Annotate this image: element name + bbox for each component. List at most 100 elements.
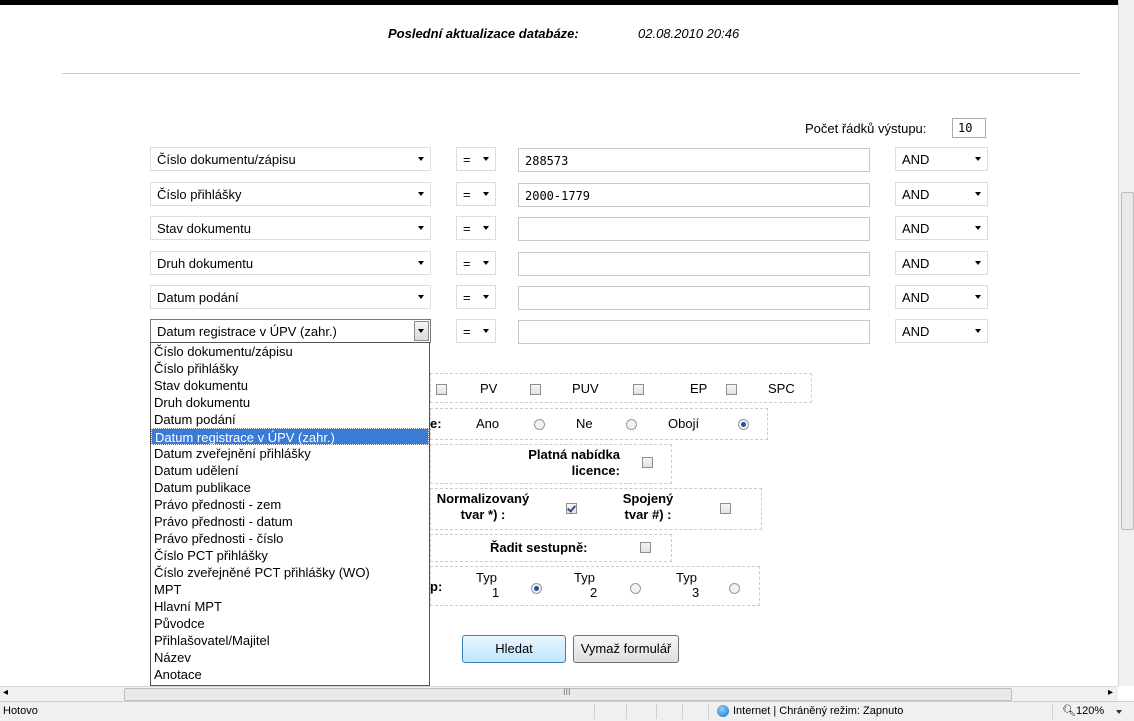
validity-ano-radio[interactable] [534, 419, 545, 430]
field-select-3[interactable]: Stav dokumentu [150, 216, 431, 240]
globe-icon [717, 705, 729, 717]
type3-radio[interactable] [729, 583, 740, 594]
field-select-label: Datum registrace v ÚPV (zahr.) [157, 324, 337, 339]
dropdown-option[interactable]: Datum udělení [151, 462, 429, 479]
clear-form-button[interactable]: Vymaž formulář [573, 635, 679, 663]
operator-select-3[interactable]: = [456, 216, 496, 240]
window-top-border [0, 0, 1134, 5]
logic-select-6[interactable]: AND [895, 319, 988, 343]
operator-label: = [463, 256, 471, 271]
dropdown-option[interactable]: Právo přednosti - zem [151, 496, 429, 513]
chevron-down-icon [975, 226, 981, 230]
dropdown-option[interactable]: Přihlašovatel/Majitel [151, 632, 429, 649]
divider [62, 73, 1080, 74]
dropdown-option[interactable]: Číslo PCT přihlášky [151, 547, 429, 564]
doc-type-ep-checkbox[interactable] [726, 384, 737, 395]
license-checkbox[interactable] [642, 457, 653, 468]
value-input-1[interactable]: 288573 [518, 148, 870, 172]
chevron-down-icon [483, 329, 489, 333]
dropdown-option[interactable]: Původce [151, 615, 429, 632]
value-input-2[interactable]: 2000-1779 [518, 183, 870, 207]
operator-select-5[interactable]: = [456, 285, 496, 309]
value-input-4[interactable] [518, 252, 870, 276]
field-select-label: Číslo dokumentu/zápisu [157, 152, 296, 167]
dropdown-option[interactable]: MPT [151, 581, 429, 598]
chevron-down-icon [483, 261, 489, 265]
chevron-down-icon [483, 295, 489, 299]
operator-select-6[interactable]: = [456, 319, 496, 343]
logic-select-5[interactable]: AND [895, 285, 988, 309]
db-update-value: 02.08.2010 20:46 [638, 26, 740, 41]
chevron-down-icon[interactable] [1116, 710, 1122, 714]
dropdown-button[interactable] [414, 321, 429, 341]
logic-label: AND [902, 152, 930, 167]
sort-desc-checkbox[interactable] [640, 542, 651, 553]
zoom-icon[interactable]: 🔍︎ [1062, 704, 1076, 717]
type2-radio[interactable] [630, 583, 641, 594]
validity-ne-radio[interactable] [626, 419, 637, 430]
zoom-level[interactable]: 120% [1076, 705, 1104, 717]
field-dropdown-list[interactable]: Číslo dokumentu/zápisu Číslo přihlášky S… [150, 342, 430, 686]
field-select-1[interactable]: Číslo dokumentu/zápisu [150, 147, 431, 171]
logic-label: AND [902, 324, 930, 339]
dropdown-option[interactable]: Právo přednosti - číslo [151, 530, 429, 547]
doc-type-puv-checkbox[interactable] [633, 384, 644, 395]
validity-oboji-radio[interactable] [738, 419, 749, 430]
operator-label: = [463, 187, 471, 202]
logic-select-2[interactable]: AND [895, 182, 988, 206]
status-divider [682, 704, 683, 719]
dropdown-option[interactable]: Číslo zveřejněné PCT přihlášky (WO) [151, 564, 429, 581]
doc-type-pv-checkbox[interactable] [530, 384, 541, 395]
vertical-scroll-thumb[interactable] [1121, 192, 1134, 530]
field-select-4[interactable]: Druh dokumentu [150, 251, 431, 275]
status-divider [656, 704, 657, 719]
dropdown-option[interactable]: Číslo přihlášky [151, 360, 429, 377]
dropdown-option[interactable]: Datum publikace [151, 479, 429, 496]
output-rows-input[interactable]: 10 [952, 118, 986, 138]
logic-select-1[interactable]: AND [895, 147, 988, 171]
dropdown-option[interactable]: Název [151, 649, 429, 666]
logic-select-3[interactable]: AND [895, 216, 988, 240]
horizontal-scroll-thumb[interactable]: III [124, 687, 1012, 701]
dropdown-option[interactable]: Anotace [151, 666, 429, 683]
vertical-scrollbar[interactable] [1118, 0, 1134, 686]
type1-label-line2: 1 [492, 585, 500, 600]
normalized-checkbox[interactable] [566, 503, 577, 514]
field-select-6[interactable]: Datum registrace v ÚPV (zahr.) [150, 319, 431, 343]
chevron-down-icon [975, 329, 981, 333]
search-button[interactable]: Hledat [462, 635, 566, 663]
dropdown-option[interactable]: Datum podání [151, 411, 429, 428]
dropdown-option[interactable]: Právo přednosti - datum [151, 513, 429, 530]
dropdown-option[interactable]: Číslo dokumentu/zápisu [151, 343, 429, 360]
output-rows-label: Počet řádků výstupu: [805, 121, 927, 136]
doc-type-blank-checkbox[interactable] [436, 384, 447, 395]
operator-select-2[interactable]: = [456, 182, 496, 206]
field-select-label: Stav dokumentu [157, 221, 251, 236]
field-select-5[interactable]: Datum podání [150, 285, 431, 309]
horizontal-scrollbar[interactable]: ◂ III ▸ [0, 686, 1118, 701]
license-label-line2: licence: [571, 463, 620, 478]
operator-select-1[interactable]: = [456, 147, 496, 171]
dropdown-option[interactable]: Stav dokumentu [151, 377, 429, 394]
value-input-5[interactable] [518, 286, 870, 310]
dropdown-option[interactable]: Druh dokumentu [151, 394, 429, 411]
logic-select-4[interactable]: AND [895, 251, 988, 275]
dropdown-option[interactable]: Hlavní MPT [151, 598, 429, 615]
field-select-2[interactable]: Číslo přihlášky [150, 182, 431, 206]
joined-checkbox[interactable] [720, 503, 731, 514]
logic-label: AND [902, 221, 930, 236]
value-input-3[interactable] [518, 217, 870, 241]
operator-select-4[interactable]: = [456, 251, 496, 275]
validity-label: e: [430, 416, 442, 431]
value-input-6[interactable] [518, 320, 870, 344]
dropdown-option[interactable]: Datum zveřejnění přihlášky [151, 445, 429, 462]
zone-text: Internet | Chráněný režim: Zapnuto [733, 705, 904, 717]
type1-radio[interactable] [531, 583, 542, 594]
scroll-left-icon[interactable]: ◂ [3, 687, 8, 698]
validity-ne-label: Ne [576, 416, 593, 431]
operator-label: = [463, 152, 471, 167]
doc-type-pv-label: PV [480, 381, 498, 396]
scroll-right-icon[interactable]: ▸ [1108, 687, 1113, 698]
status-divider [626, 704, 627, 719]
dropdown-option-selected[interactable]: Datum registrace v ÚPV (zahr.) [151, 428, 429, 445]
